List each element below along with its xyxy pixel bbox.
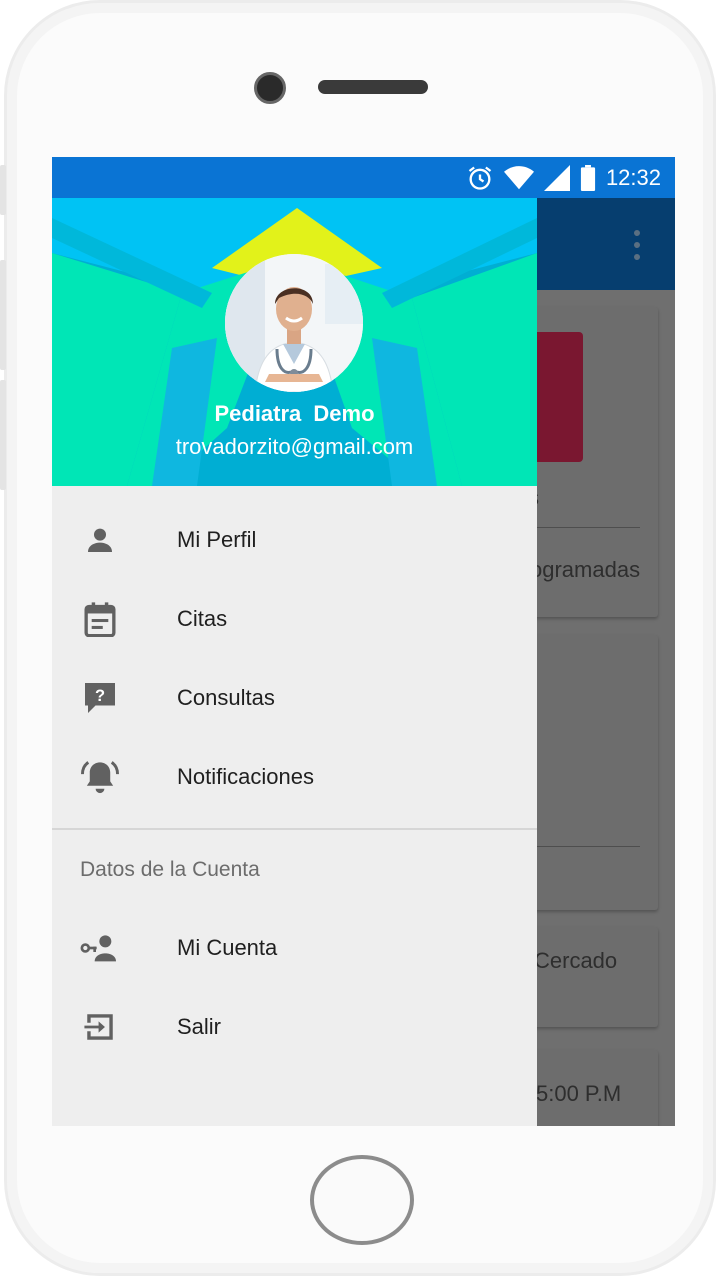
section-title: Datos de la Cuenta — [80, 858, 260, 881]
user-email: trovadorzito@gmail.com — [175, 434, 414, 459]
menu-item-mi-cuenta[interactable]: Mi Cuenta — [52, 909, 537, 987]
front-camera — [254, 72, 286, 104]
menu-divider — [52, 828, 537, 830]
home-button[interactable] — [310, 1155, 414, 1245]
background-text: 5:00 P.M — [536, 1081, 622, 1106]
status-bar: 12:32 — [52, 157, 675, 198]
menu-item-label: Consultas — [177, 685, 275, 710]
background-divider — [522, 527, 640, 528]
signal-icon — [543, 164, 570, 191]
wifi-icon — [503, 165, 534, 189]
menu-item-label: Salir — [177, 1014, 222, 1039]
overflow-menu-icon[interactable] — [632, 229, 642, 261]
power-button — [0, 380, 6, 490]
question-chat-icon: ? — [80, 678, 120, 718]
menu-item-consultas[interactable]: ? Consultas — [52, 659, 537, 737]
avatar[interactable] — [225, 254, 363, 392]
menu-item-mi-perfil[interactable]: Mi Perfil — [52, 501, 537, 579]
background-text: ogramadas — [530, 557, 641, 582]
background-card[interactable] — [522, 635, 658, 910]
menu-item-label: Mi Cuenta — [177, 935, 278, 960]
volume-button — [0, 260, 6, 370]
background-divider — [522, 846, 640, 847]
earpiece-speaker — [318, 80, 428, 94]
navigation-drawer: Pediatra Demo trovadorzito@gmail.com Mi … — [52, 198, 537, 1126]
menu-item-citas[interactable]: Citas — [52, 580, 537, 658]
menu-item-notificaciones[interactable]: Notificaciones — [52, 738, 537, 816]
doctor-portrait — [225, 254, 363, 392]
alarm-icon — [468, 166, 492, 190]
background-text: Cercado — [534, 948, 618, 973]
calendar-icon — [80, 599, 120, 639]
person-icon — [80, 520, 120, 560]
background-card[interactable] — [522, 927, 658, 1027]
user-name: Pediatra Demo — [214, 401, 375, 426]
account-key-icon — [80, 928, 120, 968]
status-time: 12:32 — [605, 164, 661, 190]
svg-text:?: ? — [95, 687, 105, 705]
menu-item-label: Mi Perfil — [177, 527, 257, 552]
menu-item-label: Notificaciones — [177, 764, 314, 789]
battery-icon — [580, 164, 596, 191]
exit-icon — [80, 1007, 120, 1047]
menu-item-label: Citas — [177, 606, 228, 631]
drawer-header: Pediatra Demo trovadorzito@gmail.com — [52, 198, 537, 486]
screen: 12:32 s ogramadas Cercado 5:00 P.M — [52, 157, 675, 1126]
bell-ringing-icon — [80, 757, 120, 797]
menu-item-salir[interactable]: Salir — [52, 988, 537, 1066]
volume-button — [0, 165, 6, 215]
